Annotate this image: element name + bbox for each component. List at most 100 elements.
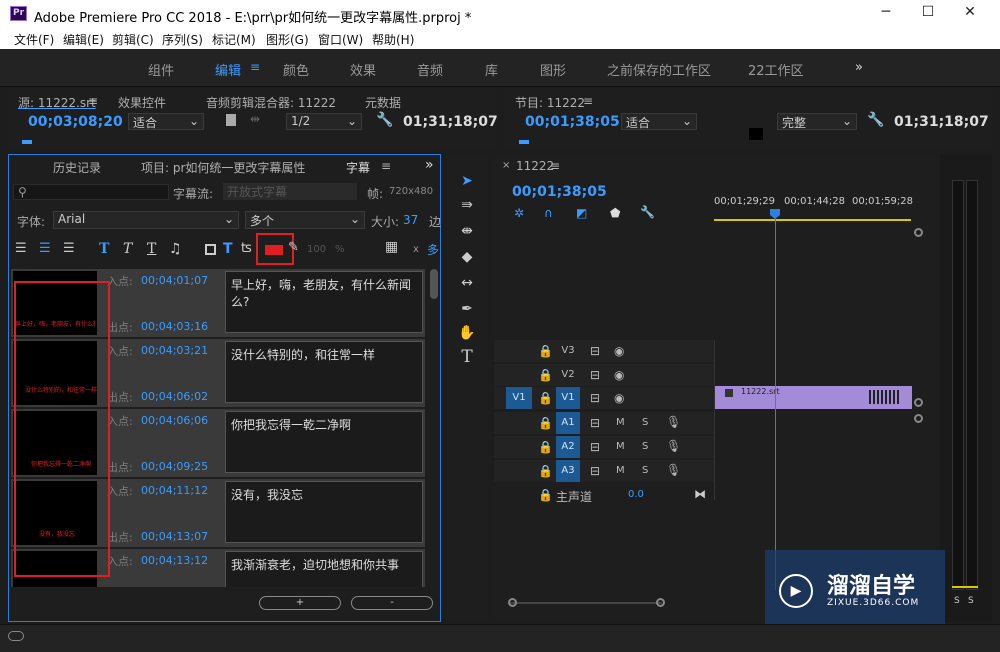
track-area[interactable]	[714, 340, 912, 500]
in-time[interactable]: 00;04;06;06	[141, 414, 208, 427]
lock-icon[interactable]: 🔒	[538, 440, 553, 454]
wrench-icon[interactable]: 🔧	[640, 205, 655, 219]
minimize-button[interactable]: ─	[866, 4, 906, 24]
zoom-scrollbar[interactable]	[510, 602, 662, 604]
music-note-icon[interactable]: ♫	[169, 241, 182, 257]
project-tab[interactable]: 项目: pr如何统一更改字幕属性	[141, 159, 305, 176]
mute-button[interactable]: M	[616, 441, 625, 452]
out-time[interactable]: 00;04;03;16	[141, 320, 208, 333]
maximize-button[interactable]: ☐	[908, 4, 948, 24]
track-target-a3[interactable]: A3	[556, 460, 580, 482]
wrench-icon[interactable]: 🔧	[376, 112, 393, 128]
sync-lock-icon[interactable]: ⊟	[590, 368, 600, 382]
lock-icon[interactable]: 🔒	[538, 488, 553, 502]
captions-tab[interactable]: 字幕	[346, 159, 370, 176]
caption-list-scrollbar[interactable]	[430, 269, 438, 299]
panel-more-icon[interactable]: »	[425, 157, 434, 173]
text-color-icon[interactable]: T	[223, 241, 233, 257]
playhead-marker[interactable]	[22, 140, 32, 144]
lock-icon[interactable]: 🔒	[538, 464, 553, 478]
track-target-v1[interactable]: V1	[556, 387, 580, 409]
microphone-icon[interactable]: 🎙	[666, 415, 681, 429]
workspace-effects[interactable]: 效果	[350, 60, 376, 79]
status-icon[interactable]	[8, 631, 24, 641]
resolution-select[interactable]: 1/2 ⌄	[286, 113, 362, 130]
font-style-select[interactable]: 多个 ⌄	[245, 211, 365, 229]
timeline-timecode[interactable]: 00;01;38;05	[512, 184, 607, 200]
track-header-a1[interactable]: 🔒 A1 ⊟ M S 🎙	[494, 412, 714, 434]
caption-search-input[interactable]: ⚲	[13, 184, 169, 200]
quality-select[interactable]: 完整 ⌄	[777, 113, 857, 130]
track-target-a1[interactable]: A1	[556, 412, 580, 434]
playhead-handle[interactable]	[770, 209, 780, 219]
workspace-graphics[interactable]: 图形	[540, 60, 566, 79]
source-patch-v1[interactable]: V1	[506, 387, 532, 409]
metadata-tab[interactable]: 元数据	[365, 94, 401, 111]
out-time[interactable]: 00;04;13;07	[141, 530, 208, 543]
stream-select[interactable]: 开放式字幕	[223, 183, 357, 200]
out-time[interactable]: 00;04;06;02	[141, 390, 208, 403]
italic-icon[interactable]: T	[123, 241, 132, 257]
hamburger-icon[interactable]: ≡	[381, 159, 391, 173]
menu-window[interactable]: 窗口(W)	[318, 31, 363, 48]
sync-lock-icon[interactable]: ⊟	[590, 344, 600, 358]
size-value[interactable]: 37	[403, 213, 418, 227]
wrench-icon[interactable]: 🔧	[867, 112, 884, 128]
in-time[interactable]: 00;04;11;12	[141, 484, 208, 497]
snap-icon[interactable]: ✲	[514, 206, 524, 220]
marker-icon[interactable]: ⬟	[610, 206, 620, 220]
hamburger-icon[interactable]: ≡	[583, 94, 593, 108]
source-timecode[interactable]: 00;03;08;20	[28, 114, 123, 130]
align-center-icon[interactable]: ☰	[39, 241, 51, 256]
lock-icon[interactable]: 🔒	[538, 368, 553, 382]
mute-button[interactable]: M	[616, 465, 625, 476]
more-workspaces-button[interactable]: »	[855, 60, 863, 75]
workspace-saved[interactable]: 之前保存的工作区	[607, 60, 711, 79]
remove-caption-button[interactable]: -	[351, 596, 433, 610]
align-left-icon[interactable]: ☰	[15, 241, 27, 256]
solo-left-button[interactable]: S	[954, 596, 960, 606]
razor-tool-icon[interactable]: ◆	[456, 246, 478, 268]
split-icon[interactable]: ⇹	[250, 112, 260, 126]
workspace-color[interactable]: 颜色	[283, 60, 309, 79]
add-marker-icon[interactable]: ◩	[576, 206, 587, 220]
pen-tool-icon[interactable]: ✒	[456, 298, 478, 320]
mute-button[interactable]: M	[616, 417, 625, 428]
solo-button[interactable]: S	[642, 465, 648, 476]
go-to-end-icon[interactable]: ⧓	[694, 487, 706, 501]
menu-edit[interactable]: 编辑(E)	[63, 31, 104, 48]
menu-graphics[interactable]: 图形(G)	[266, 31, 309, 48]
track-header-v1[interactable]: V1 🔒 V1 ⊟ ◉	[494, 387, 714, 409]
source-fit-select[interactable]: 适合 ⌄	[128, 113, 204, 130]
vscroll-handle[interactable]	[914, 398, 923, 407]
add-caption-button[interactable]: +	[259, 596, 341, 610]
work-area-bar[interactable]	[714, 219, 911, 221]
ripple-edit-tool-icon[interactable]: ⇼	[456, 220, 478, 242]
align-right-icon[interactable]: ☰	[63, 241, 75, 256]
sync-lock-icon[interactable]: ⊟	[590, 416, 600, 430]
sync-lock-icon[interactable]: ⊟	[590, 464, 600, 478]
caption-clip[interactable]: 11222.srt	[715, 386, 912, 409]
caption-text-field[interactable]: 你把我忘得一乾二净啊	[225, 411, 423, 473]
playhead-line[interactable]	[775, 210, 776, 590]
track-header-a3[interactable]: 🔒 A3 ⊟ M S 🎙	[494, 460, 714, 482]
position-grid-icon[interactable]: ▦	[385, 239, 398, 255]
microphone-icon[interactable]: 🎙	[666, 439, 681, 453]
solo-button[interactable]: S	[642, 441, 648, 452]
solo-button[interactable]: S	[642, 417, 648, 428]
selection-tool-icon[interactable]: ➤	[456, 170, 478, 192]
eye-icon[interactable]: ◉	[614, 368, 624, 382]
font-select[interactable]: Arial ⌄	[53, 211, 239, 229]
lock-icon[interactable]: 🔒	[538, 391, 553, 405]
hand-tool-icon[interactable]: ✋	[456, 322, 478, 344]
effect-controls-tab[interactable]: 效果控件	[118, 94, 166, 111]
lock-icon[interactable]: 🔒	[538, 344, 553, 358]
more-label[interactable]: 多	[427, 241, 439, 258]
scroll-handle[interactable]	[914, 228, 923, 237]
menu-help[interactable]: 帮助(H)	[372, 31, 414, 48]
edge-color-icon[interactable]: ʦ	[241, 241, 252, 256]
zoom-handle-right[interactable]	[656, 598, 665, 607]
caption-text-field[interactable]: 没什么特别的，和往常一样	[225, 341, 423, 403]
background-color-icon[interactable]	[205, 244, 216, 255]
menu-sequence[interactable]: 序列(S)	[162, 31, 203, 48]
